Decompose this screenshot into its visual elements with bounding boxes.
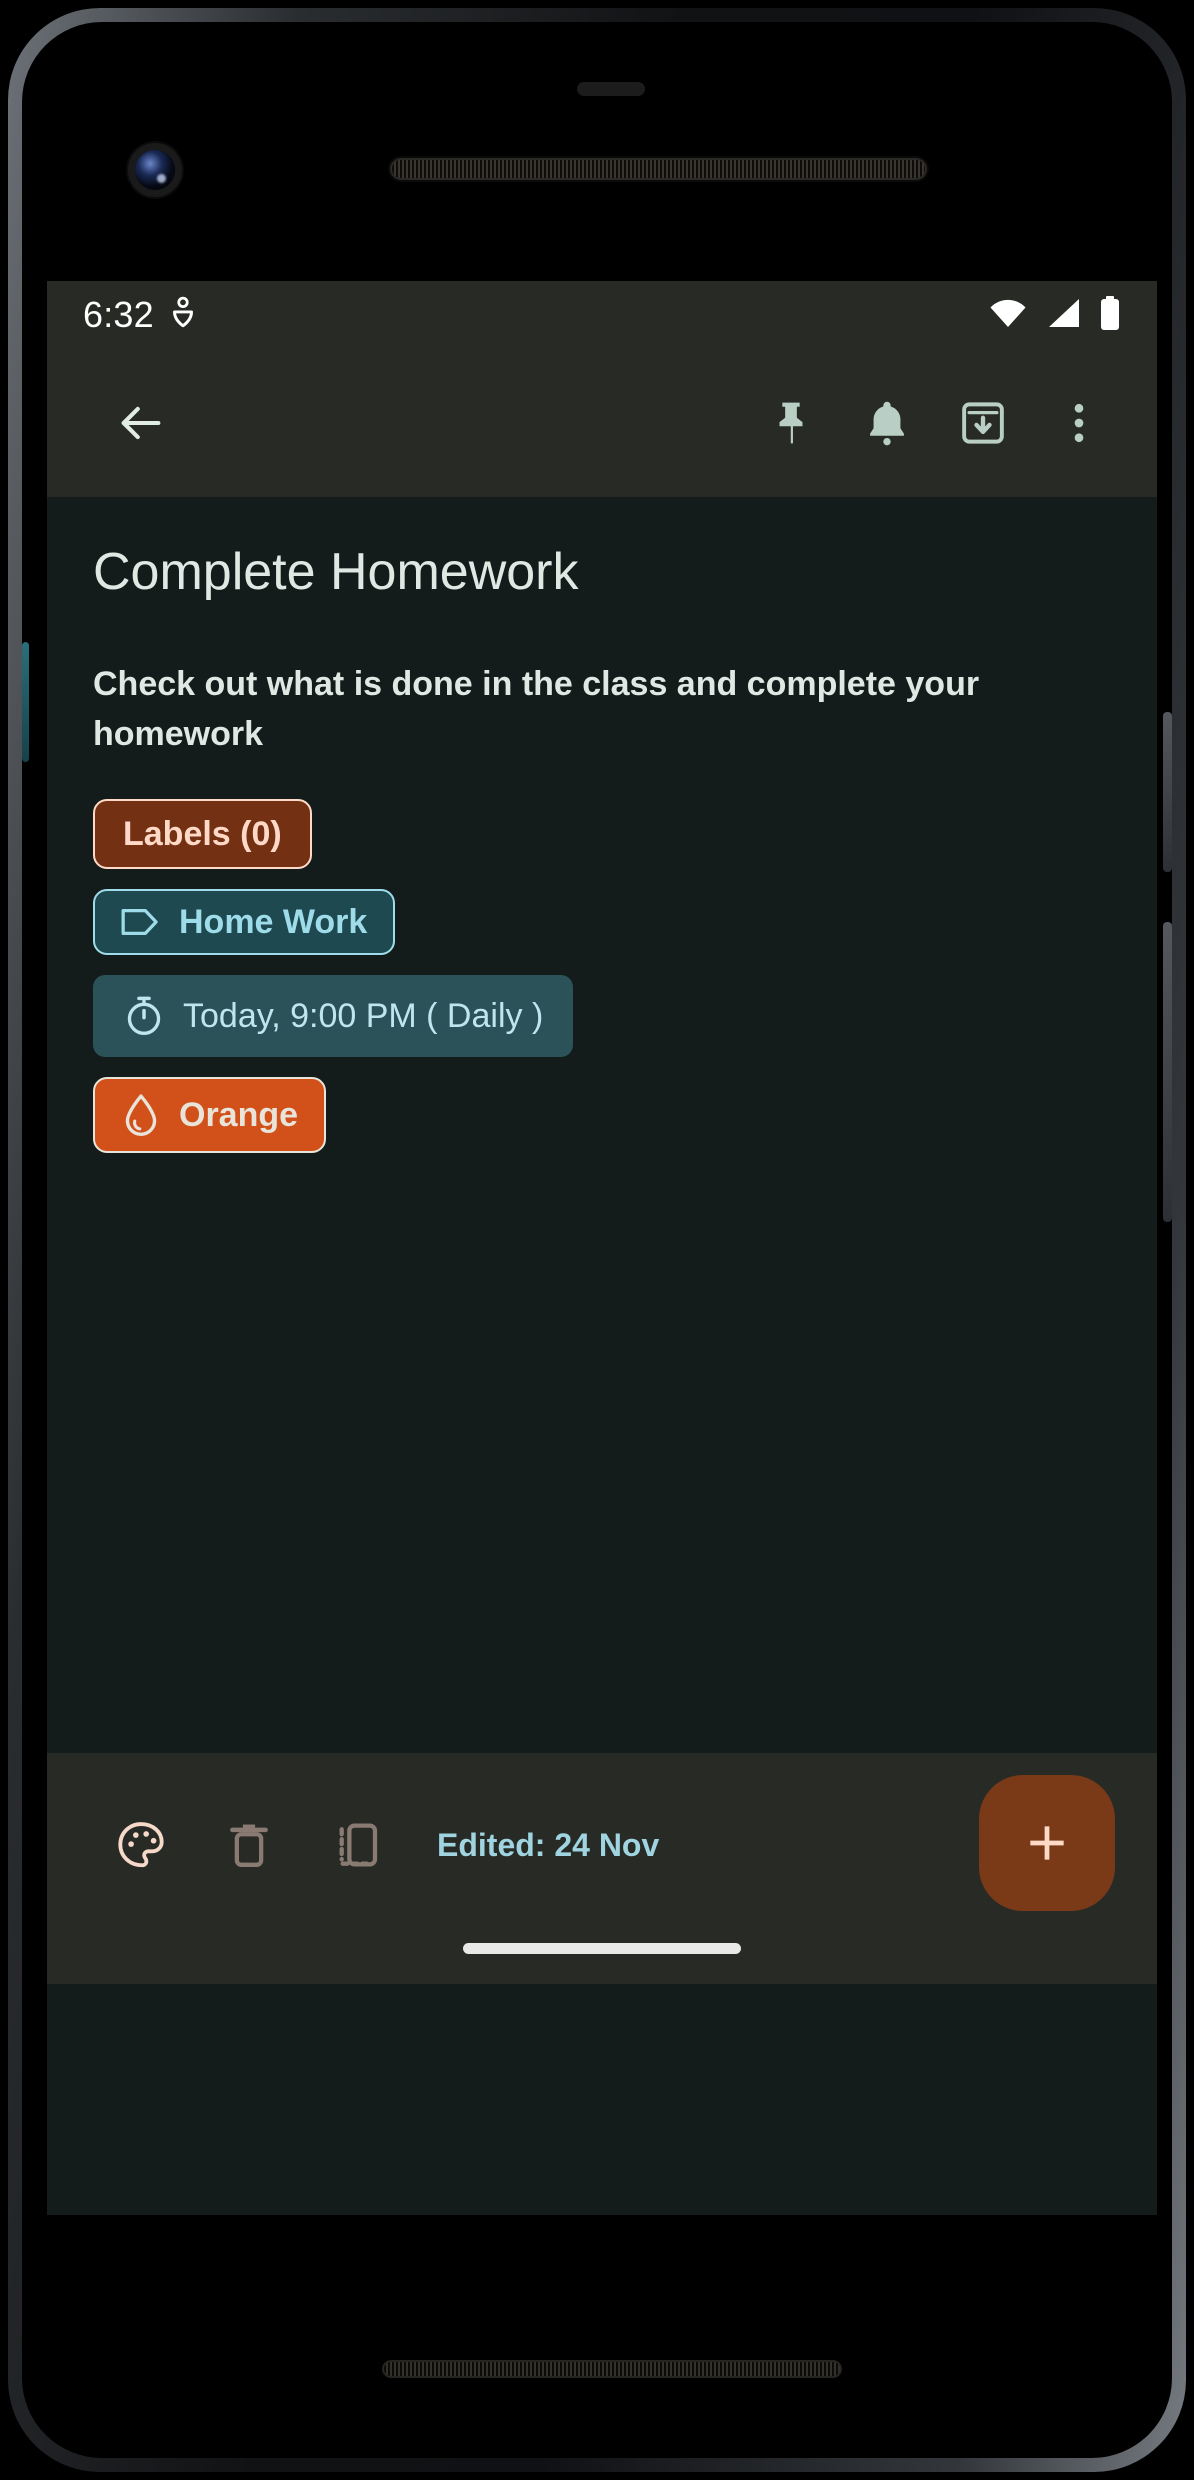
reminder-chip-label: Today, 9:00 PM ( Daily ) — [183, 997, 544, 1036]
add-button[interactable] — [979, 1775, 1115, 1911]
reminder-chip[interactable]: Today, 9:00 PM ( Daily ) — [93, 975, 574, 1058]
gesture-navigation-bar[interactable] — [463, 1943, 741, 1954]
status-bar: 6:32 — [47, 281, 1157, 349]
labels-chip[interactable]: Labels (0) — [93, 799, 312, 870]
left-side-button[interactable] — [22, 642, 29, 762]
status-bar-left-icons — [170, 296, 196, 335]
pin-icon[interactable] — [743, 375, 839, 471]
tag-icon — [121, 906, 161, 938]
note-text[interactable]: Check out what is done in the class and … — [93, 659, 1053, 760]
battery-icon — [1099, 295, 1121, 335]
location-pin-icon — [170, 296, 196, 335]
bottom-speaker-grille — [382, 2360, 842, 2378]
power-button[interactable] — [1163, 712, 1172, 872]
water-drop-icon — [121, 1093, 161, 1137]
note-title[interactable]: Complete Homework — [93, 543, 1111, 603]
volume-button[interactable] — [1163, 922, 1172, 1222]
edited-timestamp: Edited: 24 Nov — [437, 1826, 660, 1863]
app-bar — [47, 349, 1157, 497]
stopwatch-icon — [123, 995, 165, 1037]
status-bar-right-icons — [989, 295, 1121, 335]
top-speaker-slot — [577, 82, 645, 96]
bottom-action-bar: Edited: 24 Nov — [47, 1753, 1157, 1984]
wifi-icon — [989, 298, 1027, 333]
phone-screen: 6:32 Complete Homework Check out what is… — [47, 281, 1157, 2215]
phone-device-frame: 6:32 Complete Homework Check out what is… — [8, 8, 1186, 2472]
archive-icon[interactable] — [935, 375, 1031, 471]
phone-body: 6:32 Complete Homework Check out what is… — [22, 22, 1172, 2458]
plus-icon — [1030, 1826, 1064, 1860]
status-bar-clock: 6:32 — [83, 294, 154, 335]
chip-row-label-tag: Home Work — [93, 889, 1111, 956]
more-options-icon[interactable] — [1031, 375, 1127, 471]
cellular-signal-icon — [1045, 298, 1081, 333]
note-content-area: Complete Homework Check out what is done… — [47, 497, 1157, 1984]
chip-row-color: Orange — [93, 1077, 1111, 1154]
make-a-copy-icon[interactable] — [303, 1793, 411, 1897]
chip-row-labels: Labels (0) — [93, 799, 1111, 870]
label-tag-chip[interactable]: Home Work — [93, 889, 396, 956]
bell-icon[interactable] — [839, 375, 935, 471]
bottom-action-group: Edited: 24 Nov — [87, 1793, 659, 1897]
chip-row-reminder: Today, 9:00 PM ( Daily ) — [93, 975, 1111, 1058]
labels-chip-label: Labels (0) — [123, 815, 282, 854]
label-tag-chip-label: Home Work — [179, 903, 368, 942]
front-camera-icon — [135, 150, 175, 190]
back-arrow-icon[interactable] — [93, 375, 189, 471]
color-chip[interactable]: Orange — [93, 1077, 327, 1154]
earpiece-speaker-grille — [390, 158, 927, 180]
color-chip-label: Orange — [179, 1096, 299, 1135]
delete-icon[interactable] — [195, 1793, 303, 1897]
palette-icon[interactable] — [87, 1793, 195, 1897]
